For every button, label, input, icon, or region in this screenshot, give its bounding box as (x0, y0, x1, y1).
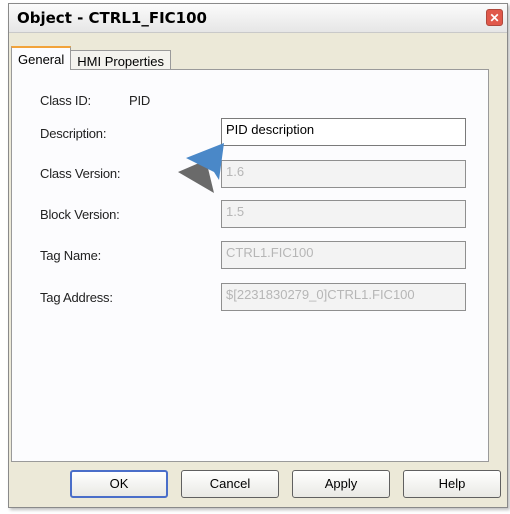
help-button[interactable]: Help (403, 470, 501, 498)
tag-name-field: CTRL1.FIC100 (221, 241, 466, 269)
window-title: Object - CTRL1_FIC100 (17, 9, 207, 27)
ok-button[interactable]: OK (70, 470, 168, 498)
tab-strip: General HMI Properties (11, 44, 171, 70)
tag-address-label: Tag Address: (40, 290, 113, 305)
description-field[interactable]: PID description (221, 118, 466, 146)
tab-general[interactable]: General (11, 46, 72, 70)
close-icon[interactable]: ✕ (486, 9, 503, 26)
tab-hmi-properties[interactable]: HMI Properties (70, 50, 171, 70)
tag-name-label: Tag Name: (40, 248, 102, 263)
description-label: Description: (40, 126, 107, 141)
class-version-label: Class Version: (40, 166, 121, 181)
tag-address-field: $[2231830279_0]CTRL1.FIC100 (221, 283, 466, 311)
apply-button[interactable]: Apply (292, 470, 390, 498)
class-version-field: 1.6 (221, 160, 466, 188)
block-version-label: Block Version: (40, 207, 120, 222)
block-version-field: 1.5 (221, 200, 466, 228)
class-id-value: PID (129, 93, 151, 108)
cancel-button[interactable]: Cancel (181, 470, 279, 498)
class-id-label: Class ID: (40, 93, 91, 108)
title-bar[interactable]: Object - CTRL1_FIC100 ✕ (9, 4, 507, 33)
